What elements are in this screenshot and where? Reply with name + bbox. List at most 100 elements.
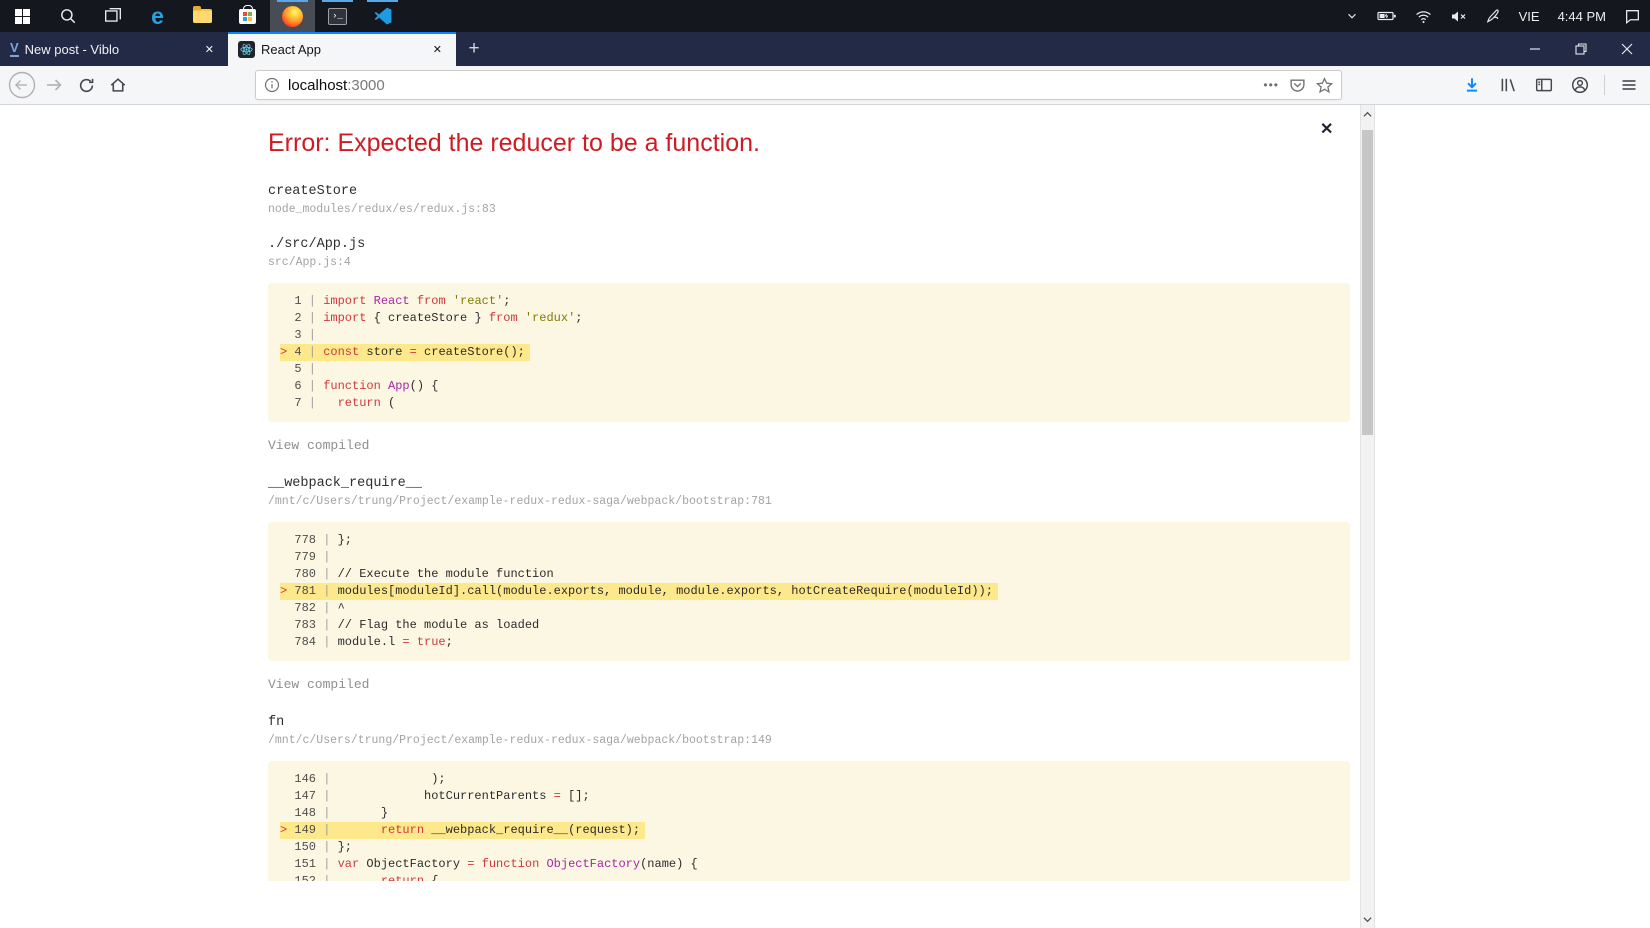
pocket-icon[interactable]: [1289, 77, 1306, 94]
network-status[interactable]: [1406, 0, 1441, 32]
edge-button[interactable]: e: [135, 0, 180, 32]
toolbar-right-buttons: [1457, 66, 1644, 104]
volume-status[interactable]: [1441, 0, 1476, 32]
tab-viblo[interactable]: V New post - Viblo ✕: [0, 32, 228, 66]
vertical-scrollbar[interactable]: [1360, 105, 1375, 928]
page-actions-button[interactable]: •••: [1263, 78, 1279, 92]
language-label: VIE: [1518, 8, 1540, 24]
code-line: 782 | ^: [294, 601, 345, 615]
search-icon: [60, 9, 75, 24]
frame-function-name: ./src/App.js: [268, 237, 366, 252]
back-button[interactable]: [6, 69, 38, 101]
code-line: 778 | };: [294, 533, 353, 547]
battery-icon: [1377, 11, 1396, 21]
chevron-down-icon: [1347, 13, 1356, 19]
code-line: 150 | };: [294, 840, 353, 854]
scrollbar-thumb[interactable]: [1362, 130, 1373, 435]
volume-muted-icon: [1451, 11, 1466, 21]
code-line: 2 | import { createStore } from 'redux';: [294, 311, 583, 325]
action-center-button[interactable]: [1615, 0, 1650, 32]
bookmark-star-icon[interactable]: [1316, 76, 1333, 94]
code-line: > 4 | const store = createStore();: [280, 344, 1338, 361]
store-button[interactable]: [225, 0, 270, 32]
home-icon: [110, 78, 126, 92]
code-line: 7 | return (: [294, 396, 396, 410]
tab-react-app[interactable]: React App ✕: [228, 32, 456, 66]
view-compiled-link[interactable]: View compiled: [268, 438, 369, 453]
frame-source-location: node_modules/redux/es/redux.js:83: [268, 203, 496, 216]
menu-icon: [1622, 80, 1636, 90]
toolbar-separator: [1604, 75, 1605, 95]
firefox-icon: [282, 5, 303, 27]
edge-icon: e: [151, 2, 164, 29]
react-favicon: [238, 40, 255, 58]
stack-frame: __webpack_require__ /mnt/c/Users/trung/Pr…: [268, 476, 1356, 694]
stack-frame: fn/mnt/c/Users/trung/Project/example-red…: [268, 715, 1356, 881]
titlebar-drag-area: [492, 32, 1512, 66]
home-button[interactable]: [102, 69, 134, 101]
code-snippet: 1 | import React from 'react'; 2 | impor…: [268, 283, 1350, 422]
windows-ink-button[interactable]: [1476, 0, 1510, 32]
forward-button[interactable]: [38, 69, 70, 101]
downloads-button[interactable]: [1457, 70, 1487, 100]
frame-function-name: __webpack_require__: [268, 476, 422, 491]
code-snippet: 778 | }; 779 | 780 | // Execute the modu…: [268, 522, 1350, 661]
tab-close-button[interactable]: ✕: [429, 41, 446, 58]
new-tab-button[interactable]: +: [456, 32, 492, 66]
overlay-close-button[interactable]: ✕: [1320, 122, 1333, 138]
scroll-down-button[interactable]: [1361, 911, 1374, 927]
scroll-up-button[interactable]: [1361, 106, 1374, 122]
terminal-taskbar-button[interactable]: ›_: [315, 0, 360, 32]
code-line: 148 | }: [294, 806, 389, 820]
nav-buttons: [6, 66, 134, 104]
url-bar[interactable]: localhost:3000 •••: [255, 70, 1342, 100]
code-snippet: 146 | ); 147 | hotCurrentParents = []; 1…: [268, 761, 1350, 881]
account-icon: [1571, 76, 1589, 94]
code-line: 152 | return {: [294, 874, 439, 881]
firefox-titlebar: V New post - Viblo ✕ React App ✕ +: [0, 32, 1650, 66]
taskbar-search-button[interactable]: [45, 0, 90, 32]
firefox-taskbar-button[interactable]: [270, 0, 315, 32]
code-line: 779 |: [294, 550, 338, 564]
code-line: > 149 | return __webpack_require__(reque…: [280, 822, 1338, 839]
file-explorer-button[interactable]: [180, 0, 225, 32]
view-compiled-link[interactable]: View compiled: [268, 677, 369, 692]
sidebars-button[interactable]: [1529, 70, 1559, 100]
code-line: 780 | // Execute the module function: [294, 567, 554, 581]
info-icon[interactable]: [264, 77, 280, 93]
frame-source-location: /mnt/c/Users/trung/Project/example-redux…: [268, 734, 772, 747]
close-icon: [1621, 43, 1633, 55]
tray-expand-button[interactable]: [1336, 0, 1368, 32]
viblo-favicon: V: [10, 40, 19, 57]
battery-status[interactable]: [1368, 0, 1406, 32]
code-line: 146 | );: [294, 772, 446, 786]
reload-button[interactable]: [70, 69, 102, 101]
code-line: 3 |: [294, 328, 324, 342]
code-line: > 781 | modules[moduleId].call(module.ex…: [280, 583, 1338, 600]
menu-button[interactable]: [1614, 70, 1644, 100]
close-window-button[interactable]: [1604, 32, 1650, 66]
url-port: :3000: [347, 76, 385, 94]
tab-close-button[interactable]: ✕: [201, 41, 218, 58]
library-button[interactable]: [1493, 70, 1523, 100]
clock[interactable]: 4:44 PM: [1549, 0, 1615, 32]
code-line: 784 | module.l = true;: [294, 635, 453, 649]
url-text[interactable]: localhost:3000: [288, 77, 1263, 94]
page-content: Error: Expected the reducer to be a func…: [0, 105, 1650, 928]
task-view-button[interactable]: [90, 0, 135, 32]
account-button[interactable]: [1565, 70, 1595, 100]
code-line: 1 | import React from 'react';: [294, 294, 511, 308]
restore-button[interactable]: [1558, 32, 1604, 66]
minimize-button[interactable]: [1512, 32, 1558, 66]
forward-icon: [47, 79, 62, 91]
vscode-taskbar-button[interactable]: [360, 0, 405, 32]
start-button[interactable]: [0, 0, 45, 32]
stack-frame: createStore node_modules/redux/es/redux.j…: [268, 184, 1356, 216]
back-icon: [8, 71, 36, 99]
error-overlay: Error: Expected the reducer to be a func…: [0, 105, 1356, 881]
language-indicator[interactable]: VIE: [1510, 0, 1549, 32]
sidebar-icon: [1535, 78, 1553, 92]
frame-source-location: /mnt/c/Users/trung/Project/example-redux…: [268, 495, 772, 508]
vscode-icon: [374, 7, 391, 25]
download-icon: [1466, 78, 1478, 92]
